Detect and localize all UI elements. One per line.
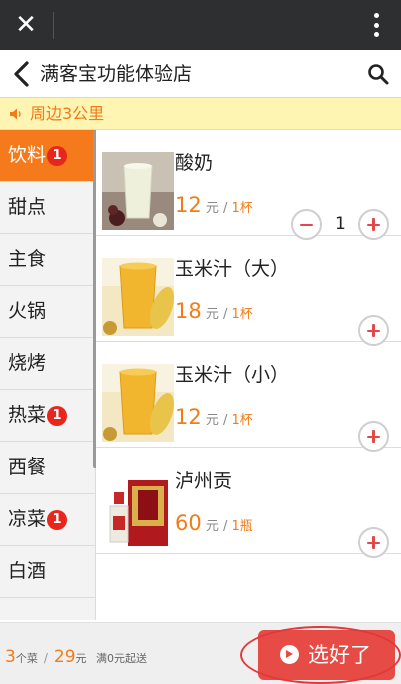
price-value: 12 bbox=[175, 405, 202, 429]
product-list: 酸奶 12 元 / 1杯 1 玉米汁（大） 18 元 / 1杯 玉米汁（小） 1… bbox=[96, 130, 401, 620]
category-item-staples[interactable]: 主食 bbox=[0, 234, 95, 286]
product-item: 玉米汁（大） 18 元 / 1杯 bbox=[96, 236, 401, 346]
confirm-label: 选好了 bbox=[308, 643, 371, 667]
category-label: 热菜 bbox=[8, 404, 47, 426]
corn-juice-image bbox=[102, 258, 174, 336]
category-item-hot-dishes[interactable]: 热菜 1 bbox=[0, 390, 95, 442]
product-item: 酸奶 12 元 / 1杯 1 bbox=[96, 130, 401, 240]
product-item: 玉米汁（小） 12 元 / 1杯 bbox=[96, 342, 401, 452]
price-unit: 元 / bbox=[201, 413, 232, 428]
category-badge: 1 bbox=[47, 510, 68, 530]
product-price: 12 元 / 1杯 bbox=[175, 192, 253, 222]
category-label: 白酒 bbox=[8, 560, 47, 582]
close-icon[interactable]: ✕ bbox=[14, 11, 38, 39]
category-label: 饮料 bbox=[8, 144, 47, 166]
price-per: 1杯 bbox=[231, 413, 253, 428]
top-bar: ✕ bbox=[0, 0, 401, 50]
cart-total-unit: 元 bbox=[75, 652, 87, 665]
page-title: 满客宝功能体验店 bbox=[40, 63, 193, 85]
category-badge: 1 bbox=[47, 146, 68, 166]
arrow-right-circle-icon bbox=[280, 645, 299, 664]
cart-count: 3 bbox=[5, 647, 16, 667]
more-vertical-icon[interactable] bbox=[373, 13, 379, 37]
product-price: 18 元 / 1杯 bbox=[175, 298, 253, 328]
category-sidebar: 饮料 1 甜点 主食 火锅 烧烤 热菜 1 西餐 凉菜 1 白酒 bbox=[0, 130, 96, 620]
category-label: 甜点 bbox=[8, 196, 47, 218]
notice-bar: 周边3公里 bbox=[0, 98, 401, 130]
product-price: 12 元 / 1杯 bbox=[175, 404, 253, 434]
price-per: 1杯 bbox=[231, 201, 253, 216]
category-label: 烧烤 bbox=[8, 352, 47, 374]
price-value: 60 bbox=[175, 511, 202, 535]
yogurt-image bbox=[102, 152, 174, 230]
increase-quantity-button[interactable] bbox=[358, 527, 389, 558]
chevron-left-icon[interactable] bbox=[10, 60, 34, 88]
cart-total: 29 bbox=[53, 647, 76, 667]
notice-text: 周边3公里 bbox=[30, 104, 105, 123]
category-item-liquor[interactable]: 白酒 bbox=[0, 546, 95, 598]
category-item-cold-dishes[interactable]: 凉菜 1 bbox=[0, 494, 95, 546]
price-value: 18 bbox=[175, 299, 202, 323]
price-value: 12 bbox=[175, 193, 202, 217]
search-icon[interactable] bbox=[367, 63, 389, 85]
product-name: 泸州贡 bbox=[175, 470, 233, 492]
price-unit: 元 / bbox=[201, 519, 232, 534]
page-header: 满客宝功能体验店 bbox=[0, 50, 401, 98]
category-item-western[interactable]: 西餐 bbox=[0, 442, 95, 494]
cart-count-unit: 个菜 bbox=[15, 652, 38, 665]
category-badge: 1 bbox=[47, 406, 68, 426]
category-label: 火锅 bbox=[8, 300, 47, 322]
category-label: 主食 bbox=[8, 248, 47, 270]
category-item-hotpot[interactable]: 火锅 bbox=[0, 286, 95, 338]
top-bar-divider bbox=[53, 12, 54, 39]
product-name: 玉米汁（小） bbox=[175, 364, 290, 386]
price-per: 1瓶 bbox=[231, 519, 253, 534]
confirm-selection-button[interactable]: 选好了 bbox=[258, 630, 395, 680]
speaker-icon bbox=[10, 108, 21, 120]
price-unit: 元 / bbox=[201, 307, 232, 322]
corn-juice-image bbox=[102, 364, 174, 442]
summary-divider: / bbox=[43, 651, 48, 665]
product-price: 60 元 / 1瓶 bbox=[175, 510, 253, 540]
category-item-desserts[interactable]: 甜点 bbox=[0, 182, 95, 234]
product-name: 玉米汁（大） bbox=[175, 258, 290, 280]
price-per: 1杯 bbox=[231, 307, 253, 322]
liquor-bottle-image bbox=[102, 470, 174, 548]
minimum-order-text: 满0元起送 bbox=[96, 652, 148, 665]
category-item-drinks[interactable]: 饮料 1 bbox=[0, 130, 95, 182]
quantity-value: 1 bbox=[335, 214, 346, 234]
category-label: 凉菜 bbox=[8, 508, 47, 530]
product-item: 泸州贡 60 元 / 1瓶 bbox=[96, 448, 401, 558]
price-unit: 元 / bbox=[201, 201, 232, 216]
category-label: 西餐 bbox=[8, 456, 47, 478]
product-name: 酸奶 bbox=[175, 152, 214, 174]
cart-summary: 3个菜 / 29元 满0元起送 bbox=[5, 647, 147, 667]
category-item-bbq[interactable]: 烧烤 bbox=[0, 338, 95, 390]
